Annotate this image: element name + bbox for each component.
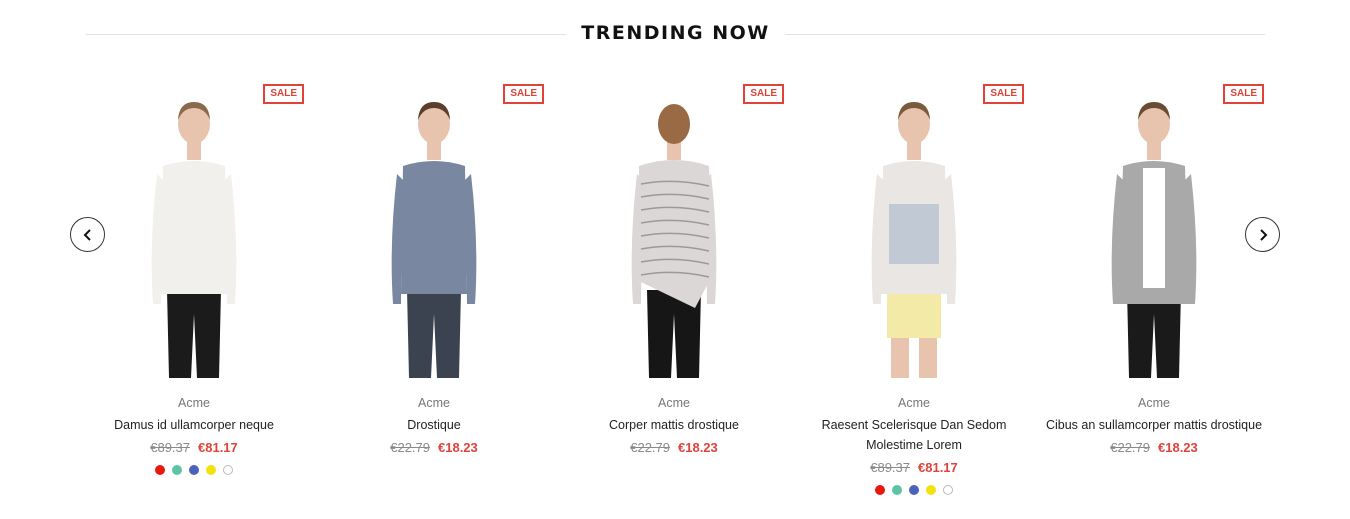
price-sale: €18.23	[438, 440, 478, 455]
product-title[interactable]: Damus id ullamcorper neque	[84, 415, 304, 435]
color-swatches	[84, 465, 304, 475]
product-image[interactable]	[1089, 94, 1219, 378]
section-title: TRENDING NOW	[581, 22, 770, 44]
color-swatch[interactable]	[172, 465, 182, 475]
section-heading: TRENDING NOW	[86, 22, 1265, 48]
sale-badge: SALE	[743, 84, 784, 104]
product-card[interactable]: SALE Acme Cibus an sullamcorper mattis dro…	[1044, 84, 1264, 456]
product-vendor[interactable]: Acme	[564, 395, 784, 411]
color-swatch[interactable]	[155, 465, 165, 475]
product-image-wrap[interactable]	[564, 84, 784, 378]
price-old: €22.79	[1110, 440, 1150, 455]
product-image[interactable]	[129, 94, 259, 378]
price-sale: €18.23	[1158, 440, 1198, 455]
product-image[interactable]	[849, 94, 979, 378]
product-title[interactable]: Raesent Scelerisque Dan Sedom Molestime …	[804, 415, 1024, 455]
color-swatch[interactable]	[189, 465, 199, 475]
color-swatches	[804, 485, 1024, 495]
product-vendor[interactable]: Acme	[84, 395, 304, 411]
color-swatch[interactable]	[223, 465, 233, 475]
product-title[interactable]: Corper mattis drostique	[564, 415, 784, 435]
product-vendor[interactable]: Acme	[804, 395, 1024, 411]
product-price: €22.79 €18.23	[324, 440, 544, 456]
product-vendor[interactable]: Acme	[1044, 395, 1264, 411]
product-image-wrap[interactable]	[1044, 84, 1264, 378]
sale-badge: SALE	[983, 84, 1024, 104]
sale-badge: SALE	[1223, 84, 1264, 104]
product-image-wrap[interactable]	[84, 84, 304, 378]
product-price: €89.37 €81.17	[804, 460, 1024, 476]
color-swatch[interactable]	[926, 485, 936, 495]
product-image-wrap[interactable]	[804, 84, 1024, 378]
product-image[interactable]	[369, 94, 499, 378]
price-old: €89.37	[150, 440, 190, 455]
price-sale: €81.17	[198, 440, 238, 455]
color-swatch[interactable]	[206, 465, 216, 475]
product-card[interactable]: SALE Acme Corper mattis drostique €22.79 €18…	[564, 84, 784, 456]
product-card[interactable]: SALE Acme Raesent Scelerisque Dan Sedom Mo…	[804, 84, 1024, 495]
color-swatch[interactable]	[892, 485, 902, 495]
color-swatch[interactable]	[875, 485, 885, 495]
product-title[interactable]: Drostique	[324, 415, 544, 435]
sale-badge: SALE	[263, 84, 304, 104]
price-sale: €18.23	[678, 440, 718, 455]
color-swatch[interactable]	[909, 485, 919, 495]
product-card[interactable]: SALE Acme Damus id ullamcorper neque €89.37…	[84, 84, 304, 475]
price-old: €89.37	[870, 460, 910, 475]
price-old: €22.79	[630, 440, 670, 455]
product-price: €22.79 €18.23	[1044, 440, 1264, 456]
price-old: €22.79	[390, 440, 430, 455]
product-image[interactable]	[609, 94, 739, 378]
product-vendor[interactable]: Acme	[324, 395, 544, 411]
product-price: €89.37 €81.17	[84, 440, 304, 456]
price-sale: €81.17	[918, 460, 958, 475]
color-swatch[interactable]	[943, 485, 953, 495]
product-card[interactable]: SALE Acme Drostique €22.79 €18.23	[324, 84, 544, 456]
product-price: €22.79 €18.23	[564, 440, 784, 456]
product-image-wrap[interactable]	[324, 84, 544, 378]
product-title[interactable]: Cibus an sullamcorper mattis drostique	[1044, 415, 1264, 435]
heading-divider-right	[785, 34, 1265, 35]
sale-badge: SALE	[503, 84, 544, 104]
